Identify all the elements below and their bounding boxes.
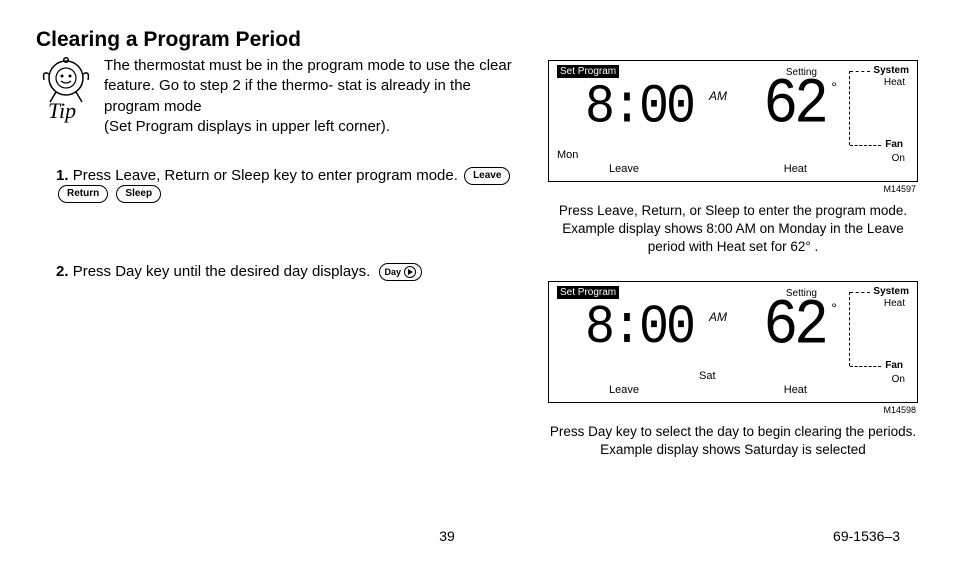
lcd-am: AM [709, 310, 727, 324]
step-1-text: Press Leave, Return or Sleep key to ente… [73, 167, 458, 184]
lcd-display-1: Set Program Setting System Heat Fan On 8… [548, 60, 918, 182]
steps-list: 1. Press Leave, Return or Sleep key to e… [36, 167, 528, 281]
dashed-line [850, 145, 881, 146]
caption-1: Press Leave, Return, or Sleep to enter t… [548, 202, 918, 257]
return-button[interactable]: Return [58, 185, 108, 203]
day-button-label: Day [385, 267, 402, 277]
day-button[interactable]: Day [379, 263, 423, 281]
system-label: System [873, 65, 909, 76]
step-2-number: 2. [56, 263, 69, 280]
document-number: 69-1536–3 [833, 528, 900, 544]
lcd-period: Leave [609, 384, 639, 396]
play-icon [404, 266, 416, 278]
fan-on-value: On [892, 153, 905, 164]
lcd-temp: 62 [763, 70, 825, 142]
dashed-line [849, 292, 850, 366]
lcd-temp: 62 [763, 290, 825, 362]
dashed-line [850, 366, 881, 367]
step-2: 2. Press Day key until the desired day d… [56, 263, 528, 281]
degree-icon: ° [831, 79, 837, 95]
lcd-time: 8:00 [585, 297, 693, 360]
left-column: Tip The thermostat must be in the progra… [36, 56, 528, 459]
lcd-mode: Heat [784, 163, 807, 175]
tip-paragraph: The thermostat must be in the program mo… [104, 56, 528, 137]
figure-id-1: M14597 [548, 184, 916, 194]
tip-cartoon-icon: Tip [36, 56, 96, 137]
system-label: System [873, 286, 909, 297]
degree-icon: ° [831, 300, 837, 316]
sleep-button[interactable]: Sleep [116, 185, 161, 203]
lcd-period: Leave [609, 163, 639, 175]
step-1-number: 1. [56, 167, 69, 184]
dashed-line [850, 292, 870, 293]
tip-line-3: (Set Program displays in upper left corn… [104, 118, 390, 135]
figure-id-2: M14598 [548, 405, 916, 415]
right-column: Set Program Setting System Heat Fan On 8… [548, 56, 918, 459]
dashed-line [849, 71, 850, 145]
caption-2: Press Day key to select the day to begin… [548, 423, 918, 459]
system-heat-value: Heat [884, 77, 905, 88]
lcd-am: AM [709, 89, 727, 103]
lcd-day: Mon [557, 149, 578, 161]
lcd-day: Sat [699, 370, 716, 382]
leave-button[interactable]: Leave [464, 167, 510, 185]
lcd-mode: Heat [784, 384, 807, 396]
page-number: 39 [439, 528, 455, 544]
lcd-display-2: Set Program Setting System Heat Fan On 8… [548, 281, 918, 403]
step-1: 1. Press Leave, Return or Sleep key to e… [56, 167, 528, 203]
system-heat-value: Heat [884, 298, 905, 309]
dashed-line [850, 71, 870, 72]
fan-on-value: On [892, 374, 905, 385]
step-2-text: Press Day key until the desired day disp… [73, 263, 371, 280]
fan-label: Fan [885, 360, 903, 371]
page-footer: 39 69-1536–3 [0, 528, 954, 544]
page-title: Clearing a Program Period [36, 28, 918, 52]
svg-text:Tip: Tip [48, 98, 76, 123]
lcd-time: 8:00 [585, 76, 693, 139]
fan-label: Fan [885, 139, 903, 150]
tip-block: Tip The thermostat must be in the progra… [36, 56, 528, 137]
